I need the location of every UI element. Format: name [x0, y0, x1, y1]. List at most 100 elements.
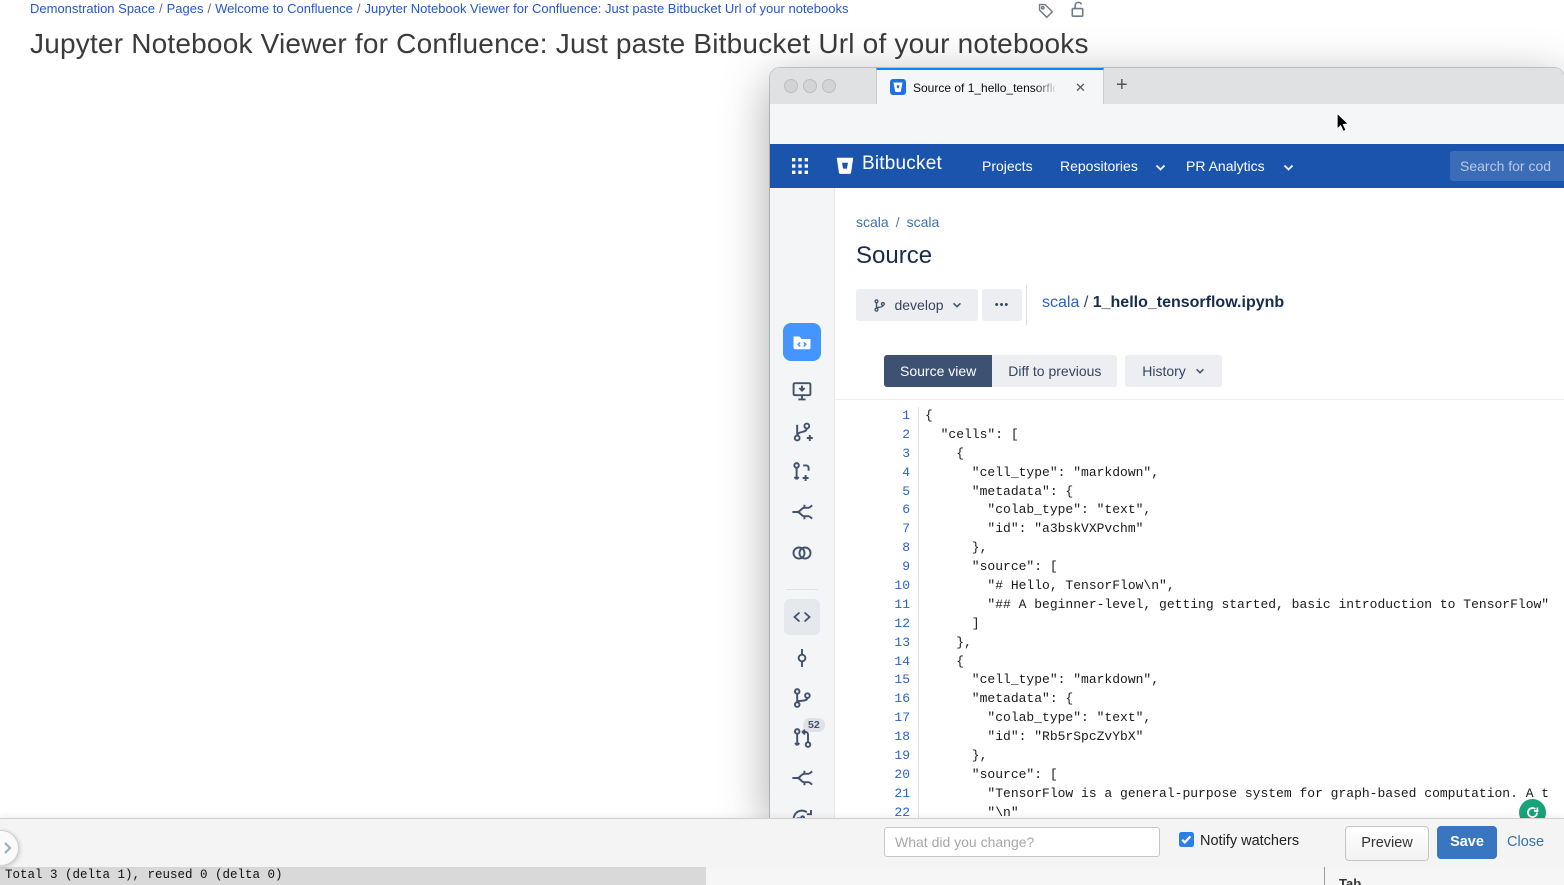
nav-pr-analytics[interactable]: PR Analytics	[1186, 158, 1265, 174]
sidebar-item-repository-active[interactable]	[783, 323, 821, 361]
code-text: },	[925, 540, 987, 555]
preview-button[interactable]: Preview	[1345, 826, 1429, 861]
code-text: "cells": [	[925, 427, 1019, 442]
source-page-title: Source	[856, 242, 932, 270]
notify-watchers-label: Notify watchers	[1200, 833, 1299, 849]
window-minimize-button[interactable]	[803, 79, 817, 93]
labels-tag-icon[interactable]	[1037, 2, 1054, 19]
create-pull-request-icon[interactable]	[790, 460, 814, 484]
window-close-button[interactable]	[784, 79, 798, 93]
line-number: 19	[834, 747, 919, 766]
chevron-down-icon	[1195, 368, 1205, 374]
code-text: },	[925, 635, 972, 650]
toolbar-divider	[1026, 285, 1027, 325]
sidebar-divider	[786, 589, 818, 590]
breadcrumb-link-pages[interactable]: Pages	[167, 1, 204, 16]
code-text: {	[925, 408, 933, 423]
commits-icon[interactable]	[790, 646, 814, 670]
sidebar-item-source-active[interactable]	[784, 599, 820, 635]
browser-tab-bar: Source of 1_hello_tensorflow.ipy ✕ +	[770, 68, 1564, 105]
code-text: "source": [	[925, 559, 1058, 574]
code-text: "TensorFlow is a general-purpose system …	[925, 786, 1549, 801]
line-number: 17	[834, 709, 919, 728]
chevron-down-icon	[1283, 164, 1294, 171]
history-dropdown-button[interactable]: History	[1125, 355, 1222, 387]
window-zoom-button[interactable]	[822, 79, 836, 93]
code-text: "# Hello, TensorFlow\n",	[925, 578, 1175, 593]
breadcrumb-link-space[interactable]: Demonstration Space	[30, 1, 155, 16]
chevron-down-icon	[952, 302, 962, 308]
breadcrumb-repo-link[interactable]: scala	[907, 214, 940, 230]
line-number: 4	[834, 464, 919, 483]
app-switcher-icon[interactable]	[792, 158, 808, 174]
save-button[interactable]: Save	[1437, 826, 1497, 859]
file-path-separator: /	[1084, 294, 1088, 311]
search-input[interactable]	[1450, 151, 1564, 181]
code-line: 21 "TensorFlow is a general-purpose syst…	[834, 785, 1564, 804]
pull-request-count-badge: 52	[803, 718, 825, 732]
unlock-icon[interactable]	[1068, 0, 1087, 19]
repo-breadcrumb: scala/scala	[856, 214, 939, 230]
create-branch-icon[interactable]	[790, 420, 814, 444]
bitbucket-navbar: Bitbucket Projects Repositories PR Analy…	[770, 144, 1564, 188]
more-actions-button[interactable]: •••	[982, 289, 1022, 321]
code-line: 20 "source": [	[834, 766, 1564, 785]
chevron-down-icon	[1155, 164, 1166, 171]
code-text: "cell_type": "markdown",	[925, 465, 1159, 480]
change-comment-input[interactable]	[884, 827, 1160, 857]
code-text: "source": [	[925, 767, 1058, 782]
code-line: 16 "metadata": {	[834, 690, 1564, 709]
code-text: "id": "a3bskVXPvchm"	[925, 521, 1143, 536]
bitbucket-sidebar: 52	[770, 188, 835, 820]
browser-tab[interactable]: Source of 1_hello_tensorflow.ipy ✕	[876, 68, 1104, 104]
bitbucket-logo-icon[interactable]	[834, 155, 856, 177]
forks-icon[interactable]	[790, 766, 814, 790]
breadcrumb-separator: /	[159, 1, 163, 16]
branch-name: develop	[894, 297, 943, 313]
line-number: 8	[834, 539, 919, 558]
folder-code-icon	[794, 337, 811, 350]
bottom-strip: Tab Total 3 (delta 1), reused 0 (delta 0…	[0, 866, 1564, 885]
line-number: 7	[834, 520, 919, 539]
new-tab-button[interactable]: +	[1116, 74, 1128, 97]
compare-fork-icon[interactable]	[790, 500, 814, 524]
code-line: 17 "colab_type": "text",	[834, 709, 1564, 728]
code-line: 9 "source": [	[834, 558, 1564, 577]
code-line: 15 "cell_type": "markdown",	[834, 671, 1564, 690]
screen: Demonstration Space/Pages/Welcome to Con…	[0, 0, 1564, 885]
tab-source-view[interactable]: Source view	[884, 355, 992, 387]
line-number: 3	[834, 445, 919, 464]
code-line: 2 "cells": [	[834, 426, 1564, 445]
nav-repositories[interactable]: Repositories	[1060, 158, 1138, 174]
page-title: Jupyter Notebook Viewer for Confluence: …	[30, 28, 1089, 60]
close-link[interactable]: Close	[1507, 834, 1544, 850]
branch-selector-button[interactable]: develop	[856, 289, 978, 321]
bitbucket-logo-text[interactable]: Bitbucket	[862, 153, 942, 175]
code-line: 19 },	[834, 747, 1564, 766]
code-line: 5 "metadata": {	[834, 483, 1564, 502]
notify-watchers-checkbox[interactable]	[1179, 832, 1194, 847]
code-line: 8 },	[834, 539, 1564, 558]
code-line: 1{	[834, 407, 1564, 426]
line-number: 21	[834, 785, 919, 804]
breadcrumb-project-link[interactable]: scala	[856, 214, 889, 230]
view-mode-tabs: Source view Diff to previous	[884, 355, 1117, 387]
breadcrumb-separator: /	[208, 1, 212, 16]
code-text: {	[925, 446, 964, 461]
breadcrumb-link-current[interactable]: Jupyter Notebook Viewer for Confluence: …	[365, 1, 849, 16]
clone-icon[interactable]	[790, 379, 814, 403]
breadcrumb-link-welcome[interactable]: Welcome to Confluence	[215, 1, 353, 16]
tab-close-icon[interactable]: ✕	[1075, 80, 1086, 96]
branches-icon[interactable]	[790, 686, 814, 710]
file-path-repo-link[interactable]: scala	[1042, 294, 1079, 311]
code-line: 10 "# Hello, TensorFlow\n",	[834, 577, 1564, 596]
compare-circles-icon[interactable]	[790, 541, 814, 565]
terminal-output: Total 3 (delta 1), reused 0 (delta 0)	[5, 868, 283, 882]
code-lines: 1{2 "cells": [3 {4 "cell_type": "markdow…	[834, 400, 1564, 820]
tab-diff-to-previous[interactable]: Diff to previous	[992, 355, 1117, 387]
code-line: 3 {	[834, 445, 1564, 464]
code-text: "id": "Rb5rSpcZvYbX"	[925, 729, 1143, 744]
nav-projects[interactable]: Projects	[982, 158, 1033, 174]
file-path-breadcrumb: scala / 1_hello_tensorflow.ipynb	[1042, 294, 1284, 312]
code-line: 13 },	[834, 634, 1564, 653]
